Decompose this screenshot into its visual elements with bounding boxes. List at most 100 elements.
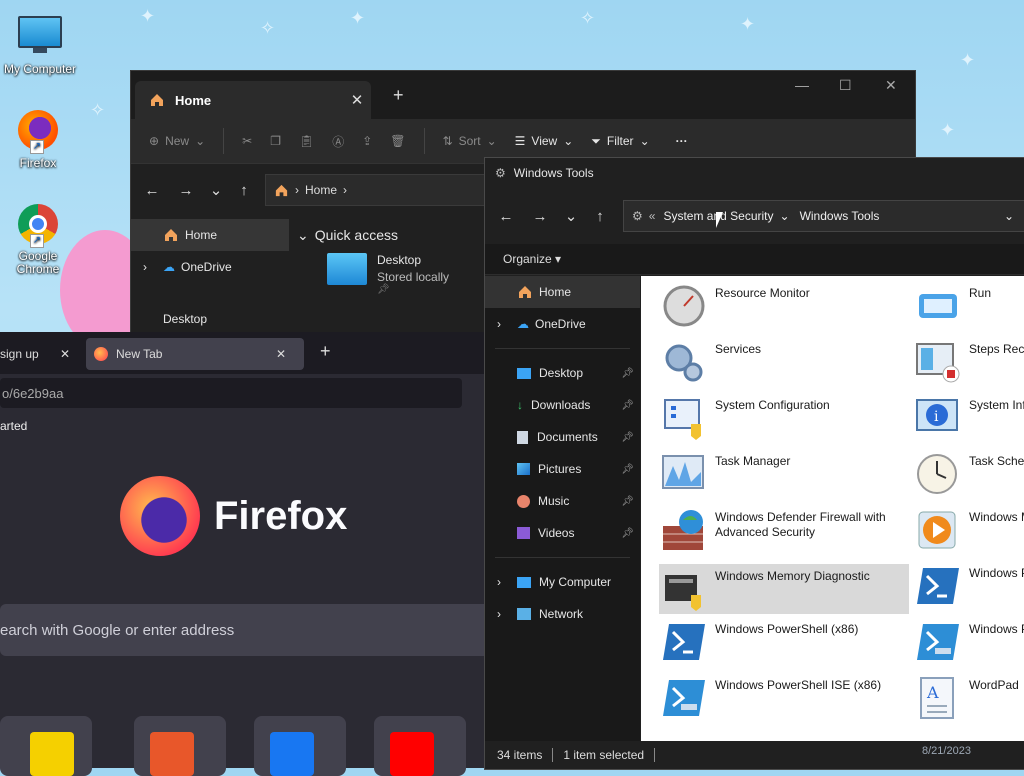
nav-item-home[interactable]: Home (485, 276, 640, 308)
tool-system-configuration[interactable]: System Configuration (661, 396, 891, 440)
tool-windows-powershell-x86[interactable]: Windows PowerShell (x86) (661, 620, 891, 664)
cut-icon[interactable]: ✂ (242, 134, 252, 148)
recent-locations-chevron-icon[interactable]: ⌄ (203, 181, 229, 199)
tool-wordpad[interactable]: A WordPad (915, 676, 1024, 720)
nav-item-onedrive[interactable]: › ☁ OneDrive (485, 308, 640, 340)
tool-services[interactable]: Services (661, 340, 891, 384)
search-placeholder: earch with Google or enter address (0, 621, 235, 639)
close-icon[interactable]: ✕ (276, 347, 304, 361)
chevron-down-icon[interactable]: ⌄ (780, 209, 790, 223)
chevron-right-icon[interactable]: › (497, 607, 517, 621)
nav-item-videos[interactable]: Videos 📌︎ (485, 517, 640, 549)
chevron-right-icon[interactable]: › (497, 575, 517, 589)
rename-icon[interactable]: Ⓐ (332, 133, 344, 150)
organize-button[interactable]: Organize ▾ (503, 252, 561, 266)
top-site-tile[interactable] (134, 716, 226, 776)
nav-item-documents[interactable]: Documents 📌︎ (485, 421, 640, 453)
tool-windows-powershell-ise[interactable]: Windows P (915, 620, 1024, 664)
nav-item-home[interactable]: Home (131, 219, 289, 251)
star-decoration: ✦ (140, 6, 156, 27)
nav-item-music[interactable]: Music 📌︎ (485, 485, 640, 517)
nav-item-network[interactable]: › Network (485, 598, 640, 630)
tool-label: Windows Defender Firewall with Advanced … (715, 510, 886, 539)
tool-label: Windows Memory Diagnostic (715, 569, 870, 583)
close-icon[interactable]: ✕ (60, 347, 80, 361)
maximize-button[interactable]: ☐ (839, 77, 852, 94)
paste-icon[interactable]: 📋︎ (299, 134, 314, 148)
up-arrow-icon[interactable]: ↑ (229, 182, 259, 199)
tool-run[interactable]: Run (915, 284, 1024, 328)
star-decoration: ✧ (260, 18, 276, 39)
pin-icon: 📌︎ (621, 399, 634, 411)
desktop-icon-label: Firefox (19, 156, 57, 170)
tool-task-scheduler[interactable]: Task Sched (915, 452, 1024, 496)
up-arrow-icon[interactable]: ↑ (585, 208, 615, 225)
explorer-tab-home[interactable]: Home ✕ (135, 81, 371, 119)
firefox-tab-new-tab[interactable]: New Tab ✕ (86, 338, 304, 370)
firefox-tab-sign-up[interactable]: sign up ✕ (0, 338, 80, 370)
back-arrow-icon[interactable]: ← (135, 182, 169, 199)
steps-recorder-icon (916, 343, 960, 383)
breadcrumb-windows-tools[interactable]: Windows Tools (800, 209, 880, 223)
filter-button[interactable]: ⏷ Filter ⌄ (591, 134, 649, 149)
new-tab-plus-button[interactable]: + (320, 341, 331, 362)
nav-item-my-computer[interactable]: › My Computer (485, 566, 640, 598)
top-site-tile[interactable] (374, 716, 466, 776)
firefox-icon: ↗ (16, 110, 60, 154)
tool-label: Windows PowerShell (x86) (715, 622, 859, 636)
sort-button[interactable]: ⇅ Sort ⌄ (443, 134, 497, 148)
nav-item-downloads[interactable]: ↓ Downloads 📌︎ (485, 389, 640, 421)
desktop-icon-label: Google Chrome (16, 249, 60, 276)
copy-icon[interactable]: ❐ (270, 134, 281, 148)
share-icon[interactable]: ⇪ (362, 134, 372, 148)
recent-locations-chevron-icon[interactable]: ⌄ (557, 207, 585, 225)
nav-item-onedrive[interactable]: › ☁ OneDrive (131, 251, 289, 283)
new-tab-button[interactable]: + (393, 85, 404, 106)
minimize-button[interactable]: — (795, 77, 809, 93)
desktop-icon-firefox[interactable]: ↗ Firefox (0, 110, 76, 170)
forward-arrow-icon[interactable]: → (169, 182, 203, 199)
powershell-ise-icon (663, 680, 705, 716)
top-site-tile[interactable] (254, 716, 346, 776)
star-decoration: ✧ (90, 100, 106, 121)
tool-windows-defender-firewall[interactable]: Windows Defender Firewall with Advanced … (661, 508, 901, 552)
tool-label: System Inf (969, 398, 1024, 412)
url-bar[interactable]: o/6e2b9aa (0, 378, 462, 408)
windows-tools-address-bar[interactable]: ⚙ « System and Security ⌄ Windows Tools … (623, 200, 1024, 232)
tool-steps-recorder[interactable]: Steps Reco (915, 340, 1024, 384)
delete-icon[interactable]: 🗑︎ (390, 134, 405, 148)
desktop-icon-my-computer[interactable]: My Computer (2, 12, 78, 76)
top-site-tile[interactable] (0, 716, 92, 776)
tool-resource-monitor[interactable]: Resource Monitor (661, 284, 891, 328)
breadcrumb-home[interactable]: Home (305, 183, 337, 197)
tool-windows-powershell-ise-x86[interactable]: Windows PowerShell ISE (x86) (661, 676, 891, 720)
tool-system-information[interactable]: i System Inf (915, 396, 1024, 440)
nav-item-desktop[interactable]: Desktop 📌︎ (485, 357, 640, 389)
organize-label: Organize (503, 252, 552, 266)
firefox-window: sign up ✕ New Tab ✕ + o/6e2b9aa arted Fi… (0, 332, 490, 776)
chevron-right-icon[interactable]: › (143, 260, 163, 274)
facebook-icon (270, 732, 314, 776)
new-tab-search-box[interactable]: earch with Google or enter address (0, 604, 490, 656)
pin-icon: 📌︎ (621, 431, 634, 443)
desktop-icon-google-chrome[interactable]: ↗ Google Chrome (0, 204, 76, 276)
chevron-right-icon[interactable]: › (497, 317, 517, 331)
new-button[interactable]: ⊕ New ⌄ (149, 134, 205, 148)
more-options-button[interactable]: ··· (676, 134, 688, 148)
nav-item-desktop[interactable]: Desktop (131, 305, 289, 333)
view-button[interactable]: ☰ View ⌄ (515, 134, 574, 148)
bookmark-getting-started[interactable]: arted (0, 419, 27, 433)
forward-arrow-icon[interactable]: → (523, 208, 557, 225)
nav-item-label: Documents (537, 430, 598, 444)
tool-windows-memory-diagnostic[interactable]: Windows Memory Diagnostic (659, 564, 909, 614)
sort-icon: ⇅ (442, 134, 453, 148)
tool-windows-powershell[interactable]: Windows P (915, 564, 1024, 608)
chevron-down-icon[interactable]: ⌄ (1004, 209, 1014, 223)
nav-item-pictures[interactable]: Pictures 📌︎ (485, 453, 640, 485)
back-arrow-icon[interactable]: ← (489, 208, 523, 225)
tool-windows-media-player[interactable]: Windows M (915, 508, 1024, 552)
powershell-ise-icon (917, 624, 959, 660)
close-icon[interactable]: ✕ (343, 91, 371, 109)
tool-task-manager[interactable]: Task Manager (661, 452, 891, 496)
close-window-button[interactable]: ✕ (885, 77, 897, 94)
